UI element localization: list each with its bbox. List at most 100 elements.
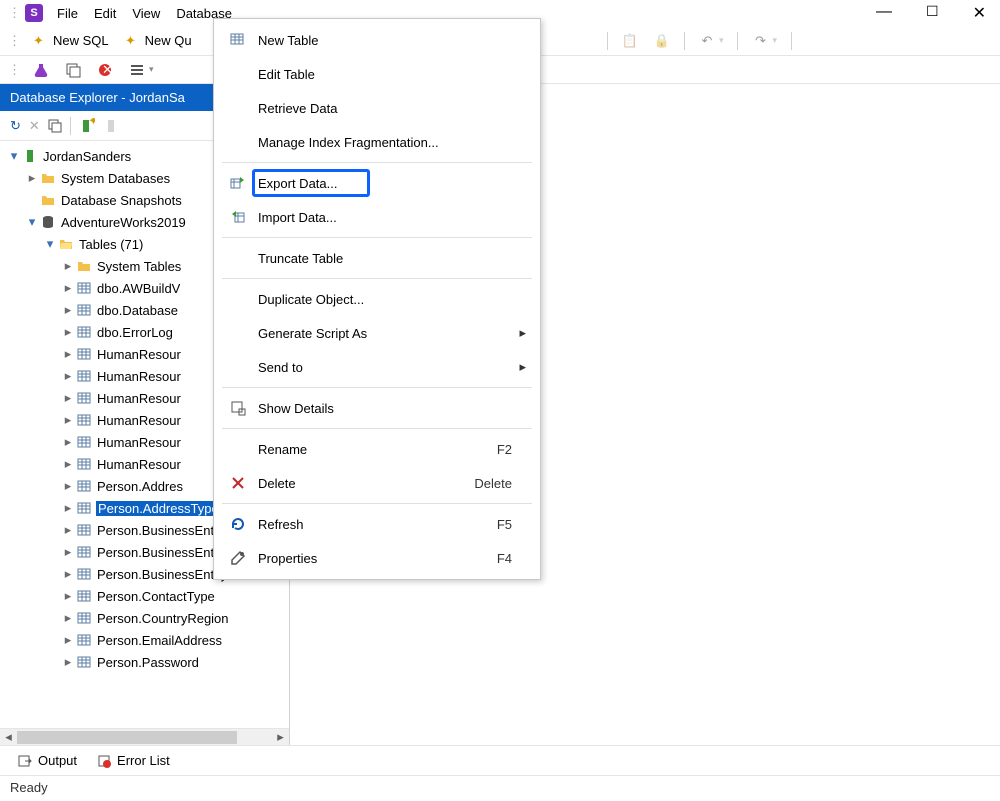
menu-item-duplicate-object[interactable]: Duplicate Object... (214, 282, 540, 316)
expander-icon[interactable]: ▾ (26, 216, 38, 228)
refresh-icon[interactable]: ↻ (10, 118, 21, 134)
svg-text:✦: ✦ (88, 118, 95, 128)
lock-icon: 🔒 (654, 33, 670, 49)
expander-icon[interactable]: ▾ (8, 150, 20, 162)
close-button[interactable]: ✕ (973, 3, 986, 23)
expander-icon[interactable]: ▸ (62, 392, 74, 404)
menu-item-label: Manage Index Fragmentation... (252, 135, 512, 150)
toolbar-separator (791, 32, 792, 50)
expander-icon[interactable]: ▸ (62, 480, 74, 492)
expander-icon[interactable]: ▸ (62, 348, 74, 360)
menu-file[interactable]: File (49, 4, 86, 23)
menu-item-generate-script-as[interactable]: Generate Script As▸ (214, 316, 540, 350)
grip-icon: ⋮ (8, 62, 21, 78)
table-icon (224, 32, 252, 48)
menu-item-rename[interactable]: RenameF2 (214, 432, 540, 466)
table-icon (76, 632, 92, 648)
flask-button[interactable] (27, 60, 55, 80)
new-query-button[interactable]: ✦ New Qu (119, 31, 198, 51)
grip-icon: ⋮ (8, 5, 21, 21)
menu-item-delete[interactable]: DeleteDelete (214, 466, 540, 500)
expander-icon[interactable]: ▸ (62, 524, 74, 536)
chevron-down-icon: ▾ (719, 35, 724, 46)
tree-label: HumanResour (96, 435, 182, 450)
table-icon (76, 522, 92, 538)
scroll-right-icon[interactable]: ▸ (272, 729, 289, 746)
expander-icon[interactable]: ▸ (62, 590, 74, 602)
expander-icon[interactable]: ▸ (62, 370, 74, 382)
expander-icon[interactable]: ▸ (62, 546, 74, 558)
menu-item-truncate-table[interactable]: Truncate Table (214, 241, 540, 275)
menu-item-manage-index-fragmentation[interactable]: Manage Index Fragmentation... (214, 125, 540, 159)
panel-title-text: Database Explorer - JordanSa (10, 90, 185, 105)
expander-icon[interactable]: ▸ (62, 568, 74, 580)
menu-item-label: Generate Script As (252, 326, 512, 341)
output-tab[interactable]: Output (18, 753, 77, 768)
menu-item-refresh[interactable]: RefreshF5 (214, 507, 540, 541)
tree-label: dbo.ErrorLog (96, 325, 174, 340)
expander-icon[interactable]: ▸ (62, 502, 74, 514)
redo-button[interactable]: ↷ ▾ (746, 31, 783, 51)
list-button[interactable]: ▾ (123, 60, 160, 80)
windows-icon[interactable] (48, 119, 62, 133)
expander-icon[interactable]: ▸ (62, 612, 74, 624)
undo-button[interactable]: ↶ ▾ (693, 31, 730, 51)
tree-table-row[interactable]: ▸Person.Password (0, 651, 289, 673)
chevron-down-icon: ▾ (772, 35, 777, 46)
paste-button[interactable]: 📋 (616, 31, 644, 51)
tree-table-row[interactable]: ▸Person.CountryRegion (0, 607, 289, 629)
expander-icon[interactable]: ▸ (62, 282, 74, 294)
error-list-tab[interactable]: Error List (97, 753, 170, 768)
expander-icon[interactable]: ▸ (62, 656, 74, 668)
menu-item-edit-table[interactable]: Edit Table (214, 57, 540, 91)
menu-item-label: Send to (252, 360, 512, 375)
expander-icon[interactable]: ▸ (62, 304, 74, 316)
expander-icon[interactable]: ▸ (26, 172, 38, 184)
menu-item-import-data[interactable]: Import Data... (214, 200, 540, 234)
menu-item-retrieve-data[interactable]: Retrieve Data (214, 91, 540, 125)
scroll-left-icon[interactable]: ◂ (0, 729, 17, 746)
menu-separator (222, 428, 532, 429)
server-icon-disabled[interactable] (103, 118, 119, 134)
maximize-button[interactable]: ☐ (926, 3, 939, 23)
tree-label: System Databases (60, 171, 171, 186)
tree-table-row[interactable]: ▸Person.ContactType (0, 585, 289, 607)
windows-button[interactable] (59, 60, 87, 80)
minimize-button[interactable]: — (876, 3, 892, 23)
scroll-thumb[interactable] (17, 731, 237, 744)
menu-item-properties[interactable]: PropertiesF4 (214, 541, 540, 575)
toolbar-separator (607, 32, 608, 50)
menu-view[interactable]: View (124, 4, 168, 23)
table-icon (76, 566, 92, 582)
props-icon (224, 550, 252, 566)
menu-item-export-data[interactable]: Export Data... (214, 166, 540, 200)
menu-item-label: Rename (252, 442, 497, 457)
folder-open-icon (58, 236, 74, 252)
menu-item-new-table[interactable]: New Table (214, 23, 540, 57)
tree-table-row[interactable]: ▸ Person.EmailAddress (0, 629, 289, 651)
expander-icon[interactable]: ▸ (62, 260, 74, 272)
expander-icon[interactable]: ▸ (62, 458, 74, 470)
expander-icon[interactable]: ▸ (62, 634, 74, 646)
cancel-button[interactable]: ✕ (91, 60, 119, 80)
expander-icon[interactable]: ▸ (62, 414, 74, 426)
clipboard-icon: 📋 (622, 33, 638, 49)
add-server-icon[interactable]: ✦ (79, 118, 95, 134)
tree-label: Person.AddressType (96, 501, 221, 516)
menu-edit[interactable]: Edit (86, 4, 124, 23)
expander-icon[interactable]: ▸ (62, 436, 74, 448)
menu-item-send-to[interactable]: Send to▸ (214, 350, 540, 384)
query-star-icon: ✦ (125, 33, 141, 49)
delete-icon[interactable]: ✕ (29, 118, 40, 134)
horizontal-scrollbar[interactable]: ◂ ▸ (0, 728, 289, 745)
svg-text:✕: ✕ (102, 62, 113, 77)
menu-item-show-details[interactable]: Show Details (214, 391, 540, 425)
server-icon (22, 148, 38, 164)
table-icon (76, 500, 92, 516)
new-sql-button[interactable]: ✦ New SQL (27, 31, 115, 51)
menu-item-label: Truncate Table (252, 251, 512, 266)
expander-icon[interactable]: ▸ (62, 326, 74, 338)
expander-icon[interactable]: ▾ (44, 238, 56, 250)
tree-label: Person.EmailAddress (96, 633, 223, 648)
lock-button[interactable]: 🔒 (648, 31, 676, 51)
